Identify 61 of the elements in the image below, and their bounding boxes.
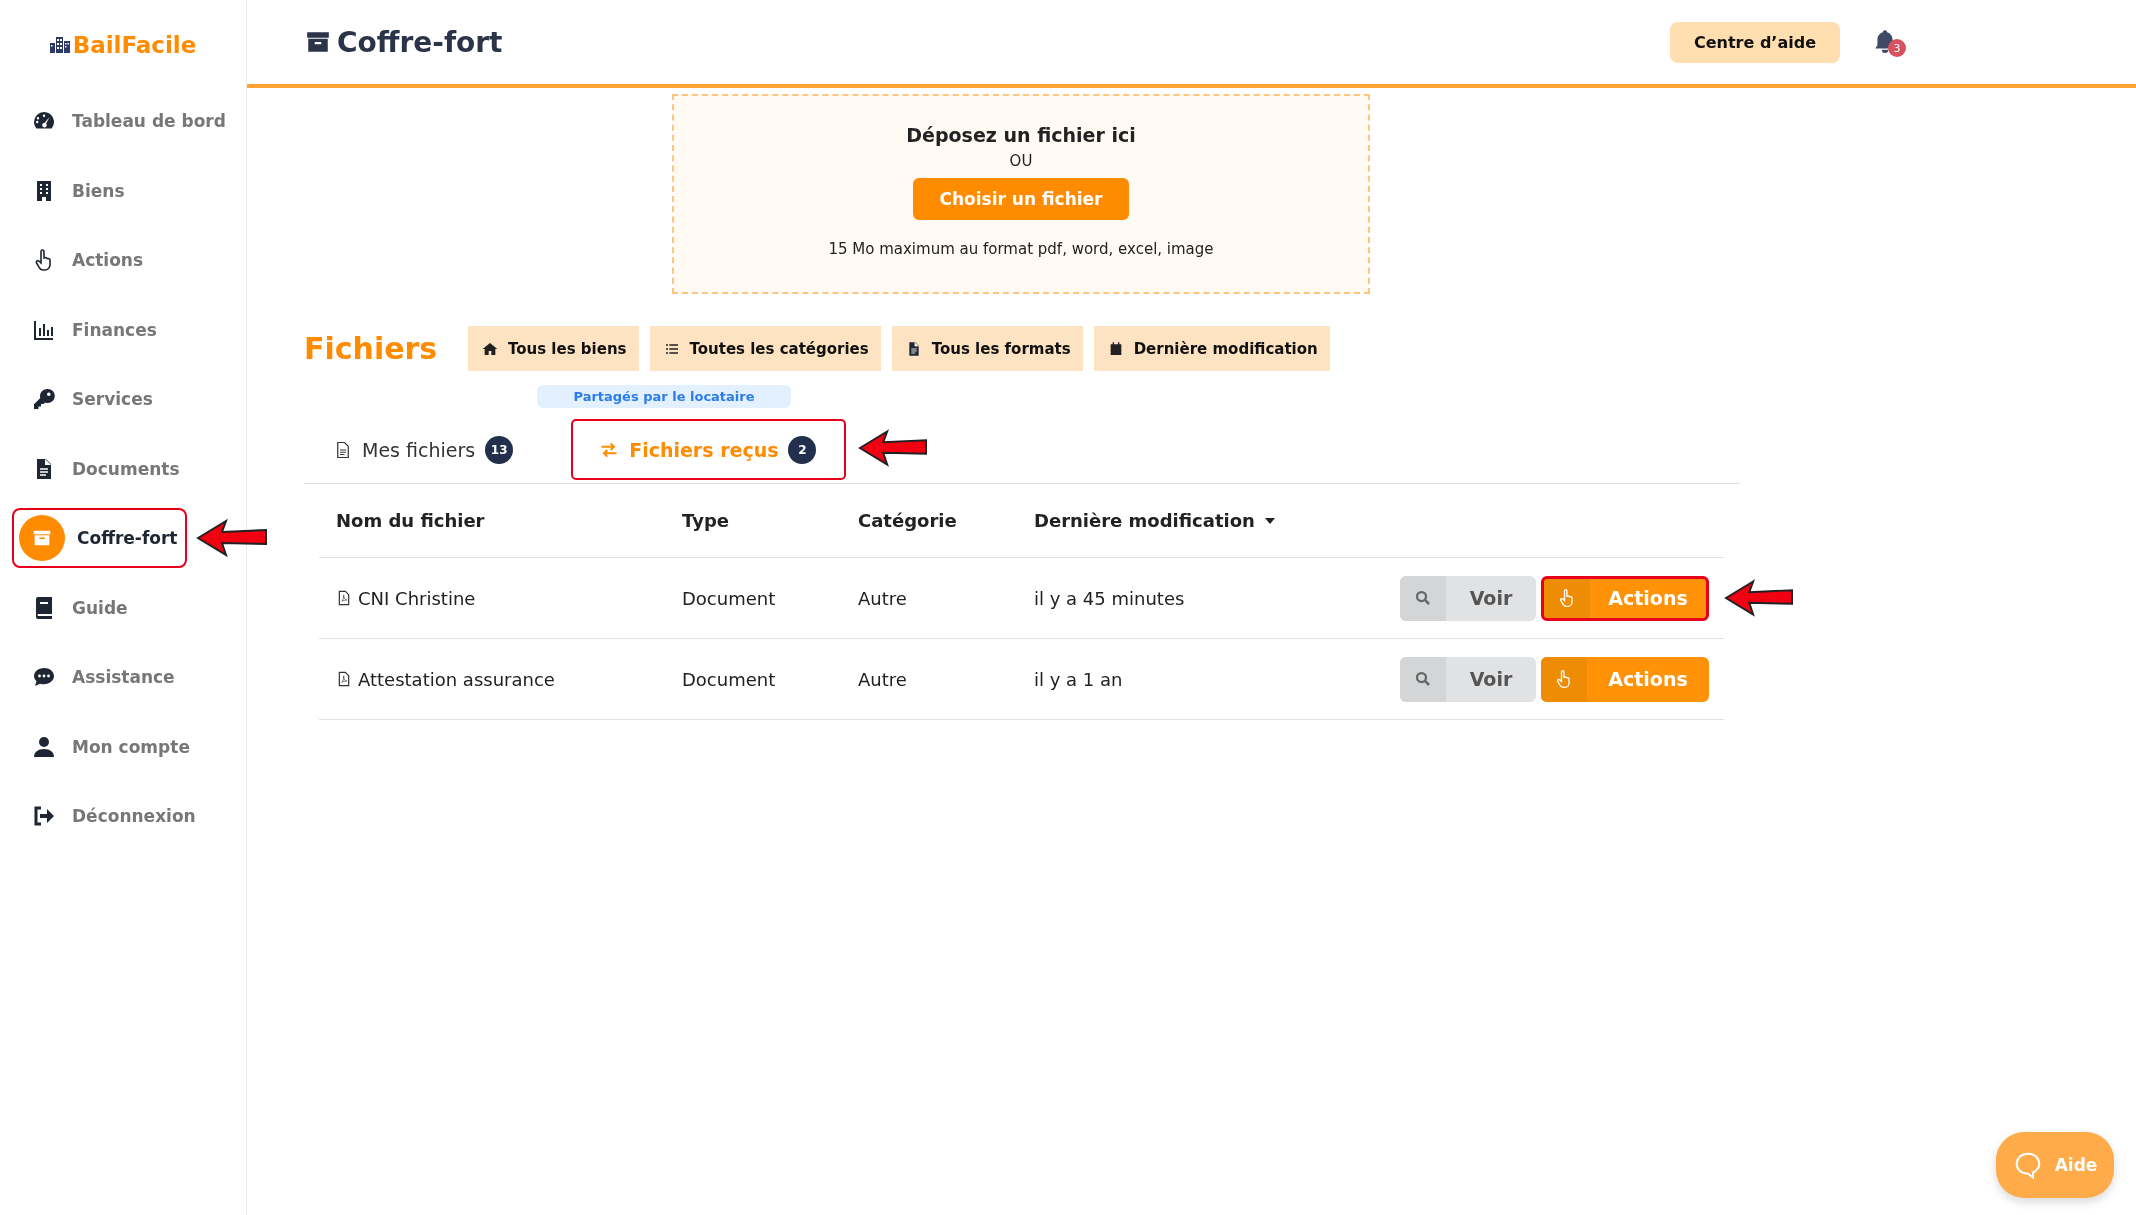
document-icon (334, 440, 352, 459)
archive-box-icon (19, 515, 65, 561)
help-center-button[interactable]: Centre d’aide (1669, 21, 1840, 63)
search-icon (1414, 589, 1432, 607)
column-header[interactable]: Type (665, 510, 841, 531)
sidebar-item[interactable]: Guide (12, 577, 192, 638)
user-icon (32, 734, 56, 759)
category-cell-text: Autre (857, 587, 908, 609)
dropzone-hint: 15 Mo maximum au format pdf, word, excel, image (828, 240, 1214, 258)
annotation-arrow (1724, 577, 1794, 618)
count-badge: 13 (485, 435, 514, 464)
modified-cell-text: il y a 1 an (1033, 668, 1124, 690)
tab[interactable]: Mes fichiers 13 (332, 419, 544, 480)
category-cell-text: Autre (857, 668, 908, 690)
sidebar-item[interactable]: Documents (12, 438, 192, 499)
column-header[interactable]: Catégorie (841, 510, 1017, 531)
brand-name[interactable]: BailFacile (72, 32, 197, 58)
sidebar-item[interactable]: Finances (12, 299, 192, 360)
view-button[interactable]: Voir (1400, 575, 1536, 621)
annotation-arrow (196, 518, 268, 558)
sidebar-item[interactable]: Actions (12, 230, 192, 290)
annotation-arrow (858, 428, 929, 468)
sidebar-item[interactable]: Biens (12, 160, 192, 221)
buildings-logo-icon (49, 37, 70, 53)
filter-button[interactable]: Tous les formats (891, 326, 1083, 371)
filter-button[interactable]: Dernière modification (1093, 326, 1330, 371)
files-title: Fichiers (304, 331, 439, 366)
file-name-cell: Attestation assurance (319, 668, 665, 690)
sort-caret-icon (1264, 517, 1275, 524)
shared-badge: Partagés par le locataire (537, 385, 791, 408)
notification-count: 3 (1888, 39, 1906, 57)
column-header[interactable]: Nom du fichier (319, 510, 665, 531)
modified-cell-text: il y a 45 minutes (1033, 587, 1186, 609)
key-icon (32, 387, 56, 411)
filter-button[interactable]: Toutes les catégories (649, 326, 881, 371)
sidebar-item[interactable]: Tableau de bord (12, 91, 236, 151)
page-title: Coffre-fort (337, 25, 503, 59)
count-badge: 2 (788, 435, 817, 464)
tab[interactable]: Fichiers reçus 2 (571, 419, 847, 480)
choose-file-button[interactable]: Choisir un fichier (912, 178, 1130, 220)
view-button[interactable]: Voir (1400, 656, 1536, 702)
pdf-file-icon (336, 671, 352, 687)
type-cell-text: Document (681, 587, 777, 609)
dropzone-separator: OU (1009, 152, 1033, 170)
file-name-cell: CNI Christine (319, 587, 665, 609)
home-icon (482, 340, 498, 357)
logout-icon (32, 804, 56, 828)
archive-icon (305, 29, 331, 55)
speech-bubble-icon (32, 665, 56, 689)
sidebar-item[interactable]: Mon compte (12, 716, 200, 777)
sidebar-item[interactable]: Déconnexion (12, 786, 206, 846)
sidebar-item[interactable]: Assistance (12, 647, 192, 707)
sidebar-item[interactable]: Coffre-fort (12, 508, 188, 568)
file-dropzone[interactable]: Déposez un fichier ici OU Choisir un fichier 15 Mo maximum au format pdf, word, excel, image (672, 94, 1370, 294)
sidebar-item[interactable]: Services (12, 369, 192, 429)
dropzone-title: Déposez un fichier ici (906, 124, 1136, 146)
search-icon (1414, 670, 1432, 688)
sorted-column-header[interactable]: Dernière modification (1017, 510, 1347, 531)
type-cell-text: Document (681, 668, 777, 690)
pdf-file-icon (336, 590, 352, 606)
filter-button[interactable]: Tous les biens (468, 326, 639, 371)
